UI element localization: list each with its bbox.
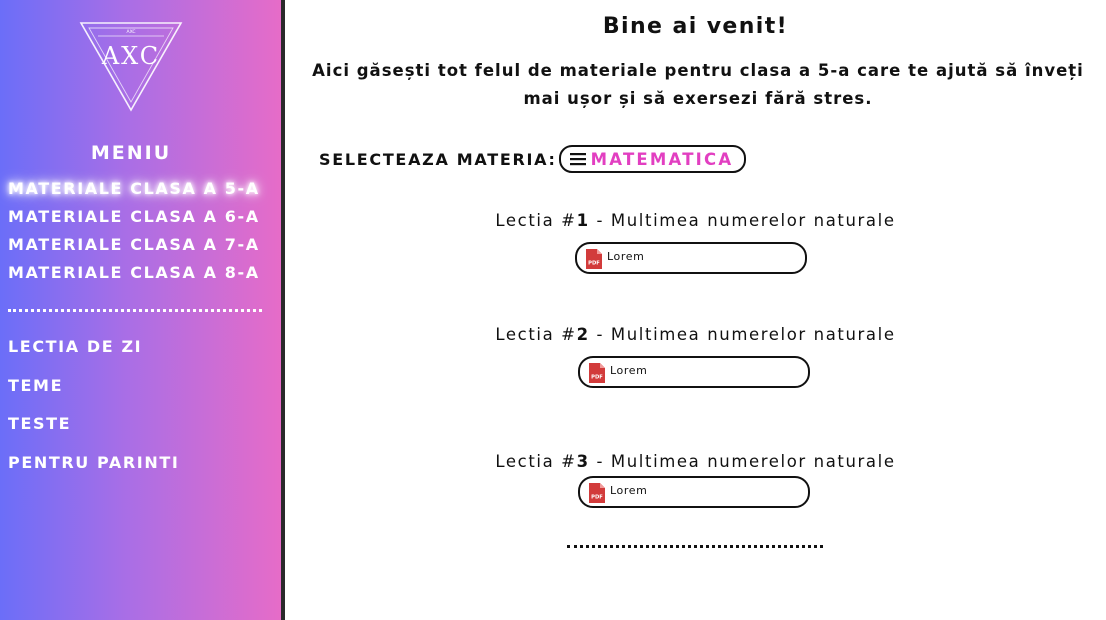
sidebar-item-clasa-6[interactable]: MATERIALE CLASA A 6-A — [8, 206, 260, 234]
lesson-title: Lectia #2 - Multimea numerelor naturale — [495, 325, 896, 344]
sidebar-item-teme[interactable]: TEME — [8, 375, 179, 414]
sidebar-border — [281, 0, 285, 620]
svg-text:AXC: AXC — [101, 42, 160, 70]
lesson-title: Lectia #1 - Multimea numerelor naturale — [495, 211, 896, 230]
svg-text:PDF: PDF — [591, 375, 603, 381]
sidebar-item-lectia-de-zi[interactable]: LECTIA DE ZI — [8, 336, 179, 375]
sidebar: AXC AXC MENIU MATERIALE CLASA A 5-A MATE… — [0, 0, 281, 620]
pdf-icon: PDF — [589, 483, 605, 503]
intro-text: Aici găsești tot felul de materiale pent… — [312, 61, 1084, 108]
class-list: MATERIALE CLASA A 5-A MATERIALE CLASA A … — [8, 178, 260, 290]
hamburger-icon — [569, 153, 586, 166]
sidebar-dotted-divider — [8, 309, 262, 312]
svg-text:AXC: AXC — [127, 29, 136, 35]
lesson-title: Lectia #3 - Multimea numerelor naturale — [495, 452, 896, 471]
subject-dropdown-button[interactable]: MATEMATICA — [558, 145, 747, 173]
pdf-download-button[interactable]: PDF Lorem — [575, 242, 807, 274]
pdf-download-button[interactable]: PDF Lorem — [578, 476, 810, 508]
axc-logo: AXC AXC — [79, 22, 183, 112]
content-dotted-divider — [567, 545, 823, 548]
sidebar-item-teste[interactable]: TESTE — [8, 413, 179, 452]
sidebar-item-clasa-7[interactable]: MATERIALE CLASA A 7-A — [8, 234, 260, 262]
pdf-download-button[interactable]: PDF Lorem — [578, 356, 810, 388]
page-title: Bine ai venit! — [602, 14, 789, 39]
pdf-icon: PDF — [589, 363, 605, 383]
menu-title: MENIU — [90, 142, 172, 164]
pdf-file-label: Lorem — [610, 364, 648, 377]
nav-list: LECTIA DE ZI TEME TESTE PENTRU PARINTI — [8, 336, 179, 490]
lesson-item: Lectia #2 - Multimea numerelor naturale — [285, 324, 1106, 346]
sidebar-item-clasa-8[interactable]: MATERIALE CLASA A 8-A — [8, 262, 260, 290]
subject-label: SELECTEAZA MATERIA: — [319, 149, 557, 169]
subject-value: MATEMATICA — [590, 149, 734, 169]
sidebar-item-clasa-5[interactable]: MATERIALE CLASA A 5-A — [8, 178, 260, 206]
pdf-file-label: Lorem — [607, 250, 645, 263]
lesson-item: Lectia #1 - Multimea numerelor naturale — [285, 210, 1106, 232]
svg-text:PDF: PDF — [588, 261, 600, 267]
pdf-icon: PDF — [586, 249, 602, 269]
svg-text:PDF: PDF — [591, 495, 603, 501]
lesson-item: Lectia #3 - Multimea numerelor naturale — [285, 451, 1106, 473]
pdf-file-label: Lorem — [610, 484, 648, 497]
sidebar-item-pentru-parinti[interactable]: PENTRU PARINTI — [8, 452, 179, 491]
subject-selector: SELECTEAZA MATERIA: MATEMATICA — [319, 145, 747, 173]
